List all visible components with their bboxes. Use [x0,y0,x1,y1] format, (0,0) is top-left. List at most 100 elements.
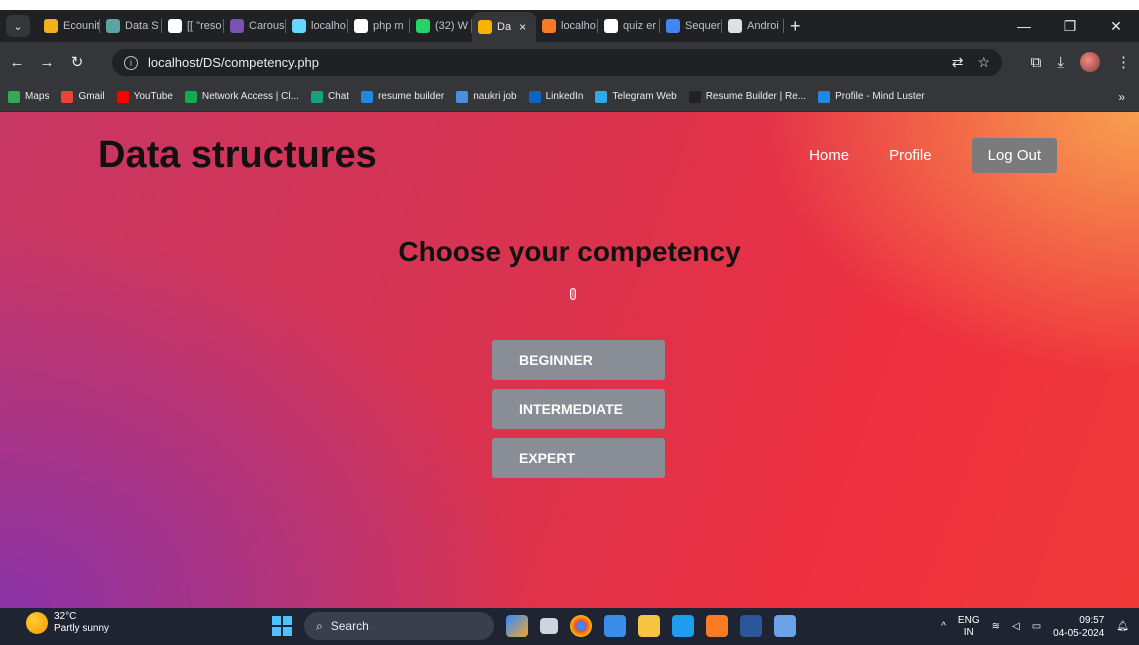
xampp-icon[interactable] [706,615,728,637]
whatsapp-icon [416,19,430,33]
nav-profile-link[interactable]: Profile [889,147,932,164]
vscode-icon[interactable] [672,615,694,637]
back-icon[interactable]: ← [4,54,30,71]
browser-tab[interactable]: (32) W [410,14,472,38]
google-icon [604,19,618,33]
browser-tab[interactable]: Androi [722,14,784,38]
browser-tab[interactable]: Data S [100,14,162,38]
address-bar[interactable]: i localhost/DS/competency.php ⇄ ☆ [112,49,1002,76]
bookmark-item[interactable]: Gmail [61,90,105,103]
sequence-icon [666,19,680,33]
show-hidden-icons-icon[interactable]: ^ [941,621,946,632]
wifi-icon[interactable]: ≋ [992,621,1000,632]
notification-bell-icon[interactable]: 🔔︎ [1116,621,1129,632]
mongodb-icon [184,90,197,103]
file-explorer-icon[interactable] [638,615,660,637]
chrome-icon[interactable] [570,615,592,637]
new-tab-icon[interactable]: + [790,16,801,37]
copilot-icon[interactable] [506,615,528,637]
windows-start-icon[interactable] [272,616,292,636]
bookmarks-bar: Maps Gmail YouTube Network Access | Cl... Ch… [0,82,1139,112]
bookmark-label: Telegram Web [612,91,677,102]
notepad-icon[interactable] [774,615,796,637]
close-window-icon[interactable]: ✕ [1093,18,1139,35]
site-icon [478,20,492,34]
browser-tab[interactable]: Ecounit [38,14,100,38]
download-icon[interactable]: ⤓ [1057,54,1064,71]
close-tab-icon[interactable]: × [519,20,526,34]
reload-icon[interactable]: ↻ [64,53,90,71]
word-icon[interactable] [740,615,762,637]
language-indicator[interactable]: ENG IN [958,615,980,639]
store-icon[interactable] [604,615,626,637]
site-info-icon[interactable]: i [124,55,138,70]
page-heading: Choose your competency [398,236,741,267]
forward-icon[interactable]: → [34,54,60,71]
battery-icon[interactable]: ▭ [1032,621,1041,632]
bookmark-item[interactable]: Network Access | Cl... [184,90,299,103]
competency-options: BEGINNER INTERMEDIATE EXPERT [492,340,665,487]
restore-icon[interactable]: ❐ [1047,18,1093,35]
browser-toolbar: ← → ↻ i localhost/DS/competency.php ⇄ ☆ … [0,42,1139,82]
windows-taskbar: 32°C Partly sunny ⌕ Search ^ ENG IN ≋ ◁ … [0,608,1139,645]
bookmark-item[interactable]: Profile - Mind Luster [818,90,925,103]
tab-title: Sequer [685,20,721,32]
tab-list: Ecounit Data S [[ "reso Carous localho php m (… [38,10,784,42]
bookmark-label: Chat [327,91,350,102]
beginner-button[interactable]: BEGINNER [492,340,665,380]
bookmark-item[interactable]: Maps [8,90,49,103]
kebab-menu-icon[interactable]: ⋮ [1116,53,1131,71]
clock-time: 09:57 [1079,614,1105,626]
bookmark-star-icon[interactable]: ☆ [977,54,990,71]
resume-icon [688,90,701,103]
tab-title: php m [373,20,404,32]
browser-tab[interactable]: localho [286,14,348,38]
bookmark-item[interactable]: resume builder [361,90,444,103]
clock[interactable]: 09:57 04-05-2024 [1053,614,1104,640]
bookmark-label: Resume Builder | Re... [705,91,807,102]
tab-title: Da [497,21,512,33]
taskbar-search[interactable]: ⌕ Search [304,612,494,640]
telegram-icon [595,90,608,103]
intermediate-button[interactable]: INTERMEDIATE [492,389,665,429]
volume-icon[interactable]: ◁ [1012,621,1020,632]
minimize-icon[interactable]: — [1001,18,1047,34]
translate-icon[interactable]: ⇄ [952,54,964,71]
logout-button[interactable]: Log Out [971,138,1057,173]
figma-icon [44,19,58,33]
toolbar-actions: ⧉ ⤓ ⋮ [1031,42,1131,82]
bookmark-item[interactable]: naukri job [456,90,517,103]
tab-title: localho [561,20,596,32]
browser-tab[interactable]: [[ "reso [162,14,224,38]
bookmark-item[interactable]: YouTube [116,90,173,103]
browser-tab[interactable]: Carous [224,14,286,38]
tab-search-icon[interactable]: ⌄ [6,15,30,37]
search-label: Search [330,619,369,633]
site-title: Data structures [98,134,377,176]
weather-widget[interactable]: 32°C Partly sunny [26,611,109,635]
web-page: Data structures Home Profile Log Out Cho… [0,112,1139,608]
profile-avatar-icon[interactable] [1080,52,1100,72]
chatgpt-icon [310,90,323,103]
tab-title: quiz er [623,20,657,32]
n-icon [361,90,374,103]
extensions-icon[interactable]: ⧉ [1031,54,1042,71]
window-controls: — ❐ ✕ [1001,10,1139,42]
bookmark-item[interactable]: Chat [310,90,350,103]
more-bookmarks-icon[interactable]: » [1118,90,1125,104]
browser-tab[interactable]: php m [348,14,410,38]
nav-home-link[interactable]: Home [809,147,849,164]
browser-tab[interactable]: localho [536,14,598,38]
bookmark-item[interactable]: Resume Builder | Re... [688,90,807,103]
task-view-icon[interactable] [540,618,558,634]
bookmark-item[interactable]: LinkedIn [528,90,583,103]
react-icon [292,19,306,33]
browser-tab[interactable]: Da × [472,12,536,42]
clock-date: 04-05-2024 [1053,627,1105,639]
bookmark-label: Profile - Mind Luster [835,91,925,102]
browser-tab[interactable]: quiz er [598,14,660,38]
expert-button[interactable]: EXPERT [492,438,665,478]
browser-tab[interactable]: Sequer [660,14,722,38]
bookmark-item[interactable]: Telegram Web [595,90,677,103]
youtube-icon [116,90,129,103]
